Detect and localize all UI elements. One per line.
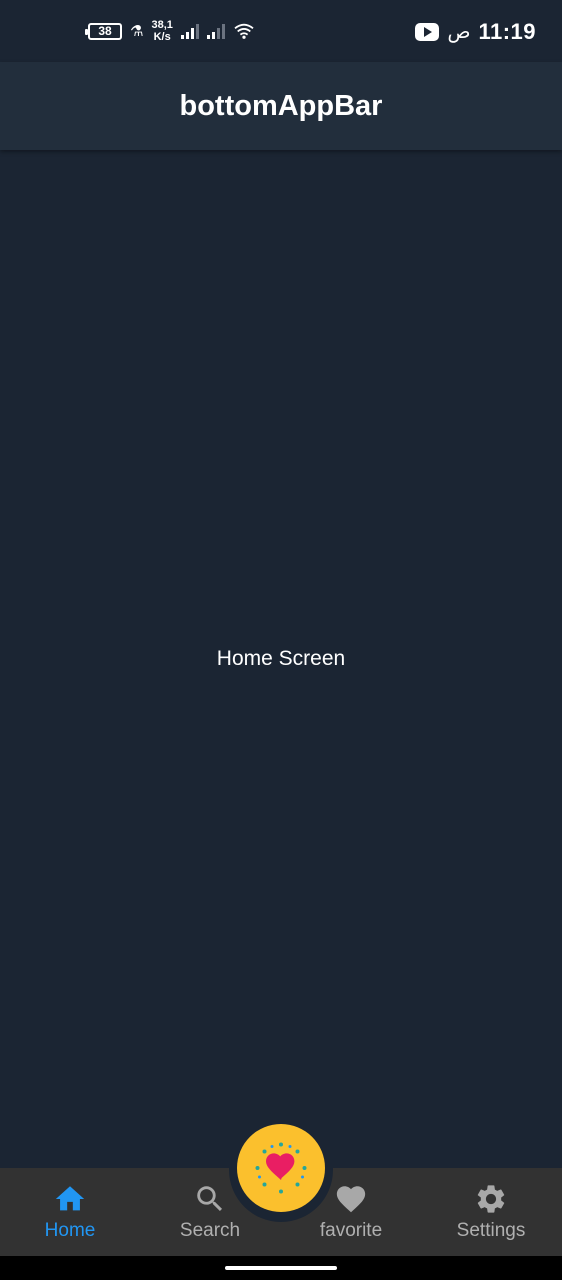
favorite-fab-button[interactable] <box>237 1124 325 1212</box>
status-bar: 38 ⚗ 38,1 K/s ص 11:19 <box>0 0 562 62</box>
wifi-icon <box>234 23 254 39</box>
signal-1-icon <box>180 23 199 39</box>
signal-2-icon <box>206 23 225 39</box>
nav-label-home: Home <box>44 1220 96 1241</box>
nav-label-favorite: favorite <box>319 1220 383 1241</box>
search-icon <box>197 1186 223 1212</box>
app-title: bottomAppBar <box>179 89 383 122</box>
home-gesture-handle[interactable] <box>225 1266 337 1270</box>
home-screen-body: Home Screen <box>0 150 562 1168</box>
network-speed-unit: K/s <box>153 31 171 43</box>
network-speed: 38,1 K/s <box>151 19 172 43</box>
status-indicators: 38 ⚗ 38,1 K/s <box>85 16 255 46</box>
flask-icon: ⚗ <box>130 23 144 40</box>
status-time: 11:19 <box>478 19 536 44</box>
home-icon <box>55 1186 85 1211</box>
heart-icon <box>336 1186 366 1213</box>
youtube-icon <box>415 23 440 41</box>
settings-gear-icon <box>477 1185 505 1213</box>
nav-item-settings[interactable]: Settings <box>436 1168 546 1256</box>
nav-item-home[interactable]: Home <box>15 1168 125 1256</box>
status-clock-area: ص 11:19 <box>415 16 536 48</box>
battery-icon: 38 <box>85 22 122 40</box>
nav-label-settings: Settings <box>456 1220 526 1241</box>
ampm-indicator: ص <box>447 21 471 43</box>
home-screen-text: Home Screen <box>216 647 346 670</box>
nav-label-search: Search <box>179 1220 241 1241</box>
heart-sparkle-icon <box>255 1142 307 1194</box>
battery-level: 38 <box>98 24 112 38</box>
network-speed-value: 38,1 <box>151 19 173 31</box>
app-bar: bottomAppBar <box>0 62 562 150</box>
gesture-navigation-bar <box>0 1256 562 1280</box>
